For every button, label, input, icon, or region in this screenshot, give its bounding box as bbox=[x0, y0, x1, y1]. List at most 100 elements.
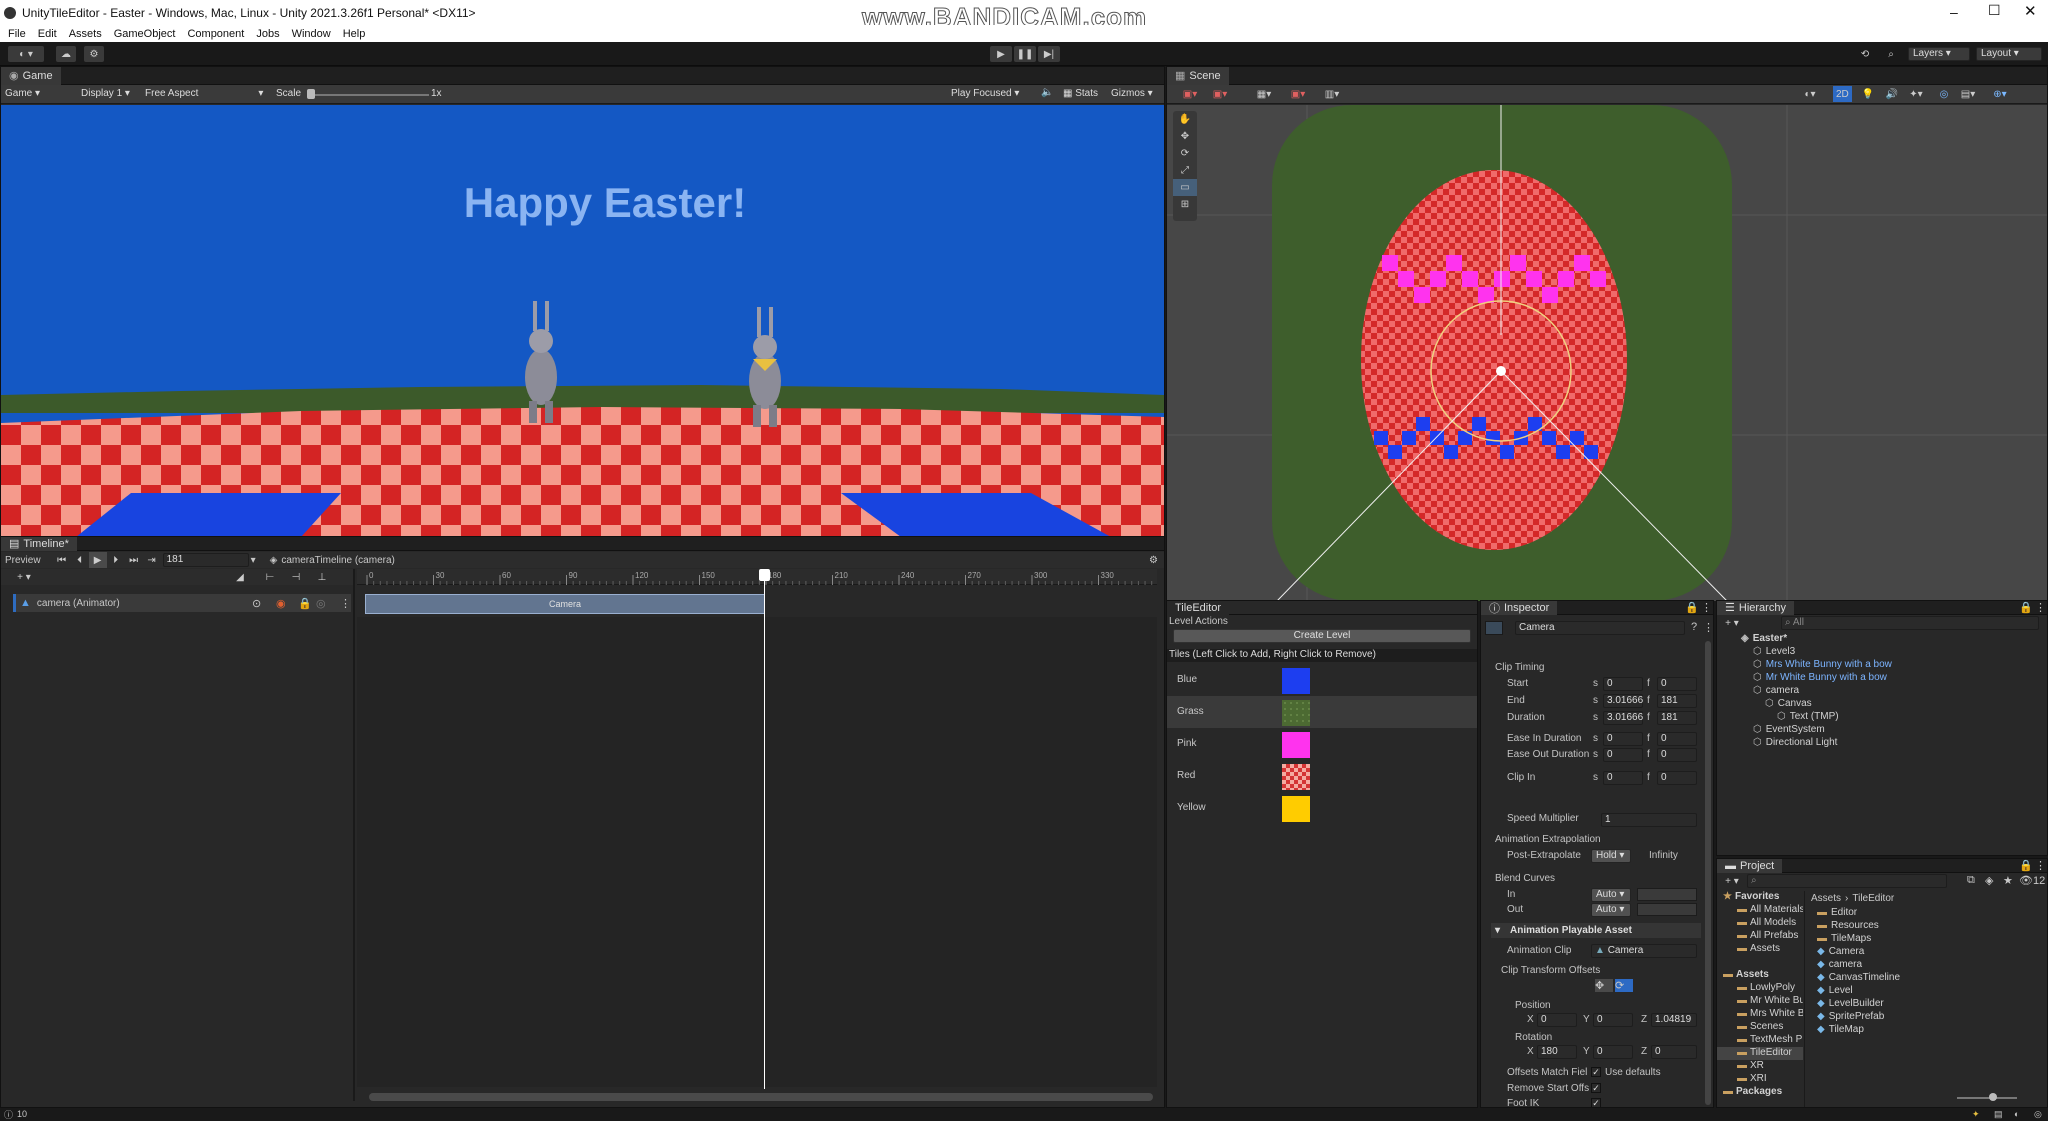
create-level-button[interactable]: Create Level bbox=[1173, 629, 1471, 643]
tile-swatch-pink[interactable] bbox=[1282, 732, 1310, 758]
project-asset-item[interactable]: ◆ TileMap bbox=[1817, 1024, 2037, 1037]
frame-dropdown-icon[interactable]: ▾ bbox=[251, 555, 256, 566]
position-y-field[interactable]: 0 bbox=[1593, 1013, 1633, 1027]
minimize-button[interactable]: – bbox=[1950, 4, 1958, 20]
timeline-scrollbar[interactable] bbox=[369, 1093, 1153, 1101]
hidden-objects-icon[interactable]: ◎ bbox=[1935, 86, 1953, 102]
stats-button[interactable]: ▦ Stats bbox=[1063, 88, 1098, 99]
project-tree-item[interactable]: ▬ All Prefabs bbox=[1717, 930, 1803, 943]
scale-slider-handle[interactable] bbox=[307, 89, 315, 99]
project-tree-item[interactable]: ▬ Assets bbox=[1717, 943, 1803, 956]
search-icon[interactable]: ⌕ bbox=[1882, 46, 1900, 62]
scene-camera-icon[interactable]: ◐▾ bbox=[1801, 86, 1819, 102]
hierarchy-menu-icon[interactable]: ⋮ bbox=[2035, 601, 2046, 614]
hierarchy-item[interactable]: ◈ Easter* bbox=[1717, 633, 2047, 646]
timeline-settings-icon[interactable]: ⚙ bbox=[1149, 555, 1158, 566]
menu-component[interactable]: Component bbox=[187, 28, 244, 40]
project-zoom-handle[interactable] bbox=[1989, 1093, 1997, 1101]
position-z-field[interactable]: 1.04819 bbox=[1651, 1013, 1697, 1027]
timing-frames-field[interactable]: 0 bbox=[1657, 748, 1697, 762]
clip-edit-icon[interactable]: ⊣ bbox=[287, 569, 305, 585]
project-star-icon[interactable]: ★ bbox=[2003, 874, 2013, 887]
timing-frames-field[interactable]: 181 bbox=[1657, 711, 1697, 725]
clip-options-icon[interactable]: ⋮ bbox=[1703, 621, 1714, 634]
markers-icon[interactable]: ⊢ bbox=[261, 569, 279, 585]
rotation-x-field[interactable]: 180 bbox=[1537, 1045, 1577, 1059]
rect-tool-icon[interactable]: ▭ bbox=[1173, 179, 1197, 196]
scale-slider[interactable] bbox=[309, 94, 429, 96]
project-tree-item[interactable]: ▬ XRI bbox=[1717, 1073, 1803, 1086]
project-tree-item[interactable]: ▬ Mrs White B bbox=[1717, 1008, 1803, 1021]
inspector-lock-icon[interactable]: 🔒 bbox=[1685, 601, 1699, 614]
scene-viewport[interactable]: ✋ ✥ ⟳ ⤢ ▭ ⊞ bbox=[1167, 105, 2047, 601]
inspector-menu-icon[interactable]: ⋮ bbox=[1701, 601, 1712, 614]
timeline-play-icon[interactable]: ▶ bbox=[88, 552, 107, 568]
track-mute-icon[interactable]: ◎ bbox=[316, 597, 326, 610]
blend-in-curve[interactable] bbox=[1637, 888, 1697, 901]
cloud-icon[interactable]: ☁ bbox=[56, 46, 76, 62]
project-tree-item[interactable]: ▬ TileEditor bbox=[1717, 1047, 1803, 1060]
hierarchy-search[interactable]: ⌕ All bbox=[1781, 616, 2039, 630]
aspect-dropdown[interactable]: Free Aspect ▾ bbox=[145, 88, 263, 99]
loop-icon[interactable]: ⇥ bbox=[143, 552, 161, 568]
add-track-button[interactable]: + ▾ bbox=[15, 569, 33, 585]
project-tree-item[interactable]: ▬ Scenes bbox=[1717, 1021, 1803, 1034]
play-focused-dropdown[interactable]: Play Focused ▾ bbox=[951, 88, 1019, 99]
menu-jobs[interactable]: Jobs bbox=[256, 28, 279, 40]
tab-project[interactable]: ▬ Project bbox=[1717, 858, 1783, 873]
project-asset-item[interactable]: ◆ camera bbox=[1817, 959, 2037, 972]
timing-seconds-field[interactable]: 3.01666 bbox=[1603, 694, 1643, 708]
project-type-icon[interactable]: ◈ bbox=[1985, 874, 1993, 887]
tab-inspector[interactable]: ⓘ Inspector bbox=[1481, 600, 1558, 615]
blend-out-curve[interactable] bbox=[1637, 903, 1697, 916]
position-x-field[interactable]: 0 bbox=[1537, 1013, 1577, 1027]
project-tree-item[interactable]: ▬ LowlyPoly bbox=[1717, 982, 1803, 995]
tile-row[interactable]: Yellow bbox=[1167, 792, 1477, 824]
gizmos-toggle-icon[interactable]: ⊕▾ bbox=[1991, 86, 2009, 102]
menu-help[interactable]: Help bbox=[343, 28, 366, 40]
tab-game[interactable]: ◉ Game bbox=[1, 66, 61, 85]
mute-icon[interactable]: 🔈 bbox=[1041, 87, 1053, 98]
timing-seconds-field[interactable]: 0 bbox=[1603, 748, 1643, 762]
tile-row[interactable]: Grass bbox=[1167, 696, 1477, 728]
orientation-tool[interactable]: ▣▾ bbox=[1181, 86, 1199, 102]
gizmos-dropdown[interactable]: Gizmos ▾ bbox=[1111, 88, 1153, 99]
project-lock-icon[interactable]: 🔒 bbox=[2019, 859, 2033, 872]
project-asset-item[interactable]: ◆ SpritePrefab bbox=[1817, 1011, 2037, 1024]
move-tool-icon[interactable]: ✥ bbox=[1173, 128, 1197, 145]
project-tree-item[interactable]: ▬ Mr White Bu bbox=[1717, 995, 1803, 1008]
toggle-2d-button[interactable]: 2D bbox=[1833, 86, 1852, 102]
record-icon[interactable]: ◉ bbox=[276, 597, 286, 610]
timing-frames-field[interactable]: 0 bbox=[1657, 771, 1697, 785]
remove-start-checkbox[interactable]: ✓ bbox=[1591, 1083, 1601, 1093]
help-icon[interactable]: ? bbox=[1691, 621, 1697, 633]
curves-icon[interactable]: ◢ bbox=[231, 569, 249, 585]
breadcrumb-tileeditor[interactable]: TileEditor bbox=[1852, 893, 1894, 904]
hierarchy-item[interactable]: ⬡ Directional Light bbox=[1717, 737, 2047, 750]
track-lock-icon[interactable]: 🔒 bbox=[298, 597, 312, 610]
hierarchy-item[interactable]: ⬡ camera bbox=[1717, 685, 2047, 698]
menu-file[interactable]: File bbox=[8, 28, 26, 40]
rotation-y-field[interactable]: 0 bbox=[1593, 1045, 1633, 1059]
cto-move-button[interactable]: ✥ bbox=[1595, 979, 1613, 992]
timeline-asset-name[interactable]: cameraTimeline (camera) bbox=[281, 555, 395, 566]
project-asset-item[interactable]: ◆ CanvasTimeline bbox=[1817, 972, 2037, 985]
hierarchy-item[interactable]: ⬡ Text (TMP) bbox=[1717, 711, 2047, 724]
breadcrumb-assets[interactable]: Assets bbox=[1811, 893, 1841, 904]
effects-icon[interactable]: ✦▾ bbox=[1907, 86, 1925, 102]
display-dropdown[interactable]: Display 1 ▾ bbox=[81, 88, 130, 99]
goto-end-icon[interactable]: ⏭ bbox=[125, 552, 143, 568]
collab-icon[interactable]: ⚙ bbox=[84, 46, 104, 62]
hierarchy-item[interactable]: ⬡ Mrs White Bunny with a bow bbox=[1717, 659, 2047, 672]
hierarchy-item[interactable]: ⬡ Mr White Bunny with a bow bbox=[1717, 672, 2047, 685]
project-zoom-slider[interactable] bbox=[1957, 1097, 2017, 1099]
project-tree-item[interactable] bbox=[1717, 956, 1803, 969]
anim-clip-field[interactable]: ▲ Camera bbox=[1591, 944, 1697, 958]
layers-dropdown[interactable]: Layers ▾ bbox=[1908, 47, 1970, 61]
hand-tool-icon[interactable]: ✋ bbox=[1173, 111, 1197, 128]
draw-mode-tool[interactable]: ▣▾ bbox=[1211, 86, 1229, 102]
timing-seconds-field[interactable]: 3.01666 bbox=[1603, 711, 1643, 725]
project-asset-item[interactable]: ◆ LevelBuilder bbox=[1817, 998, 2037, 1011]
grid-snap-tool[interactable]: ▦▾ bbox=[1255, 86, 1273, 102]
lighting-icon[interactable]: 💡 bbox=[1859, 86, 1877, 102]
